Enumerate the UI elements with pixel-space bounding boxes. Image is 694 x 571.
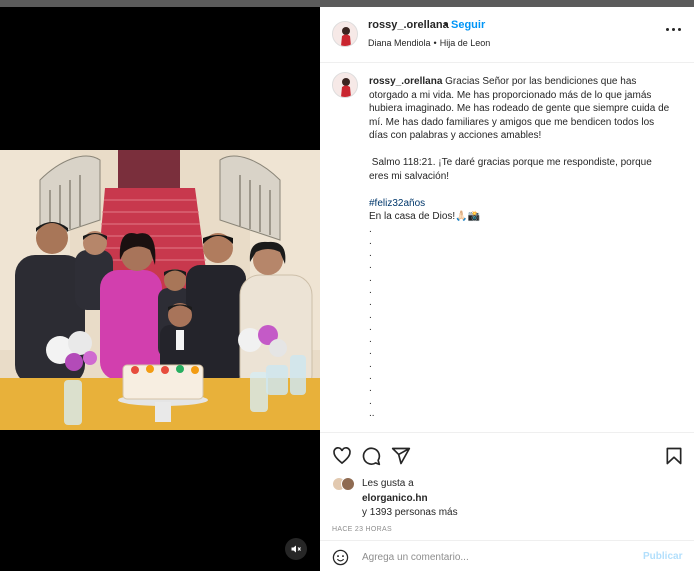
caption-gap xyxy=(369,183,671,197)
likes-conjunction: y xyxy=(362,507,370,518)
caption-username[interactable]: rossy_.orellana xyxy=(369,76,442,87)
post-actions: Les gusta a elorganico.hn y 1393 persona… xyxy=(320,432,694,571)
family-photo-illustration xyxy=(0,150,320,430)
emoji-icon[interactable] xyxy=(332,549,349,566)
separator-dot: • xyxy=(433,38,437,48)
more-horizontal-icon xyxy=(678,28,681,31)
publish-button[interactable]: Publicar xyxy=(643,551,682,562)
comment-icon[interactable] xyxy=(361,446,381,466)
bookmark-icon[interactable] xyxy=(664,446,684,466)
browser-top-strip xyxy=(0,0,694,7)
muted-speaker-icon xyxy=(291,545,301,553)
separator-dot: • xyxy=(444,19,448,31)
more-horizontal-icon xyxy=(666,28,669,31)
post-photo xyxy=(0,150,320,430)
caption-dots: . . . . . . . . . . . . . . . .. xyxy=(369,223,375,419)
caption-paragraph-2: Salmo 118:21. ¡Te daré gracias porque me… xyxy=(369,157,655,182)
follow-button[interactable]: Seguir xyxy=(451,19,485,31)
avatar xyxy=(341,477,355,491)
caption-gap xyxy=(369,143,671,157)
more-horizontal-icon xyxy=(672,28,675,31)
post-header: rossy_.orellana • Seguir Diana Mendiola •… xyxy=(320,7,694,63)
caption-paragraph-1: rossy_.orellana Gracias Señor por las be… xyxy=(369,75,671,143)
avatar-image xyxy=(333,22,357,46)
post-timestamp[interactable]: HACE 23 HORAS xyxy=(332,526,392,533)
username-link[interactable]: rossy_.orellana xyxy=(368,19,449,31)
likes-others-count: 1393 personas más xyxy=(369,507,458,518)
location-link[interactable]: Hija de Leon xyxy=(440,38,491,48)
avatar-image xyxy=(333,73,357,97)
avatar[interactable] xyxy=(332,21,358,47)
tagged-user-link[interactable]: Diana Mendiola xyxy=(368,38,431,48)
caption-paragraph-3: En la casa de Dios!🙏🏻📸 xyxy=(369,211,481,222)
likes-prefix: Les gusta a xyxy=(362,478,414,489)
header-subline: Diana Mendiola • Hija de Leon xyxy=(368,38,490,48)
heart-icon[interactable] xyxy=(332,446,352,466)
comment-input[interactable] xyxy=(362,548,632,566)
caption-area: rossy_.orellana Gracias Señor por las be… xyxy=(320,64,694,432)
mute-button[interactable] xyxy=(285,538,307,560)
post-media[interactable] xyxy=(0,7,320,571)
caption-text: rossy_.orellana Gracias Señor por las be… xyxy=(369,75,671,420)
more-options-button[interactable] xyxy=(666,27,682,33)
likes-count[interactable]: y 1393 personas más xyxy=(362,507,458,518)
post-side-panel: rossy_.orellana • Seguir Diana Mendiola •… xyxy=(320,7,694,571)
comment-bar: Publicar xyxy=(320,540,694,571)
hashtag-link[interactable]: #feliz32años xyxy=(369,197,671,211)
liked-by-user-link[interactable]: elorganico.hn xyxy=(362,493,428,504)
share-icon[interactable] xyxy=(391,446,411,466)
avatar[interactable] xyxy=(332,72,358,98)
